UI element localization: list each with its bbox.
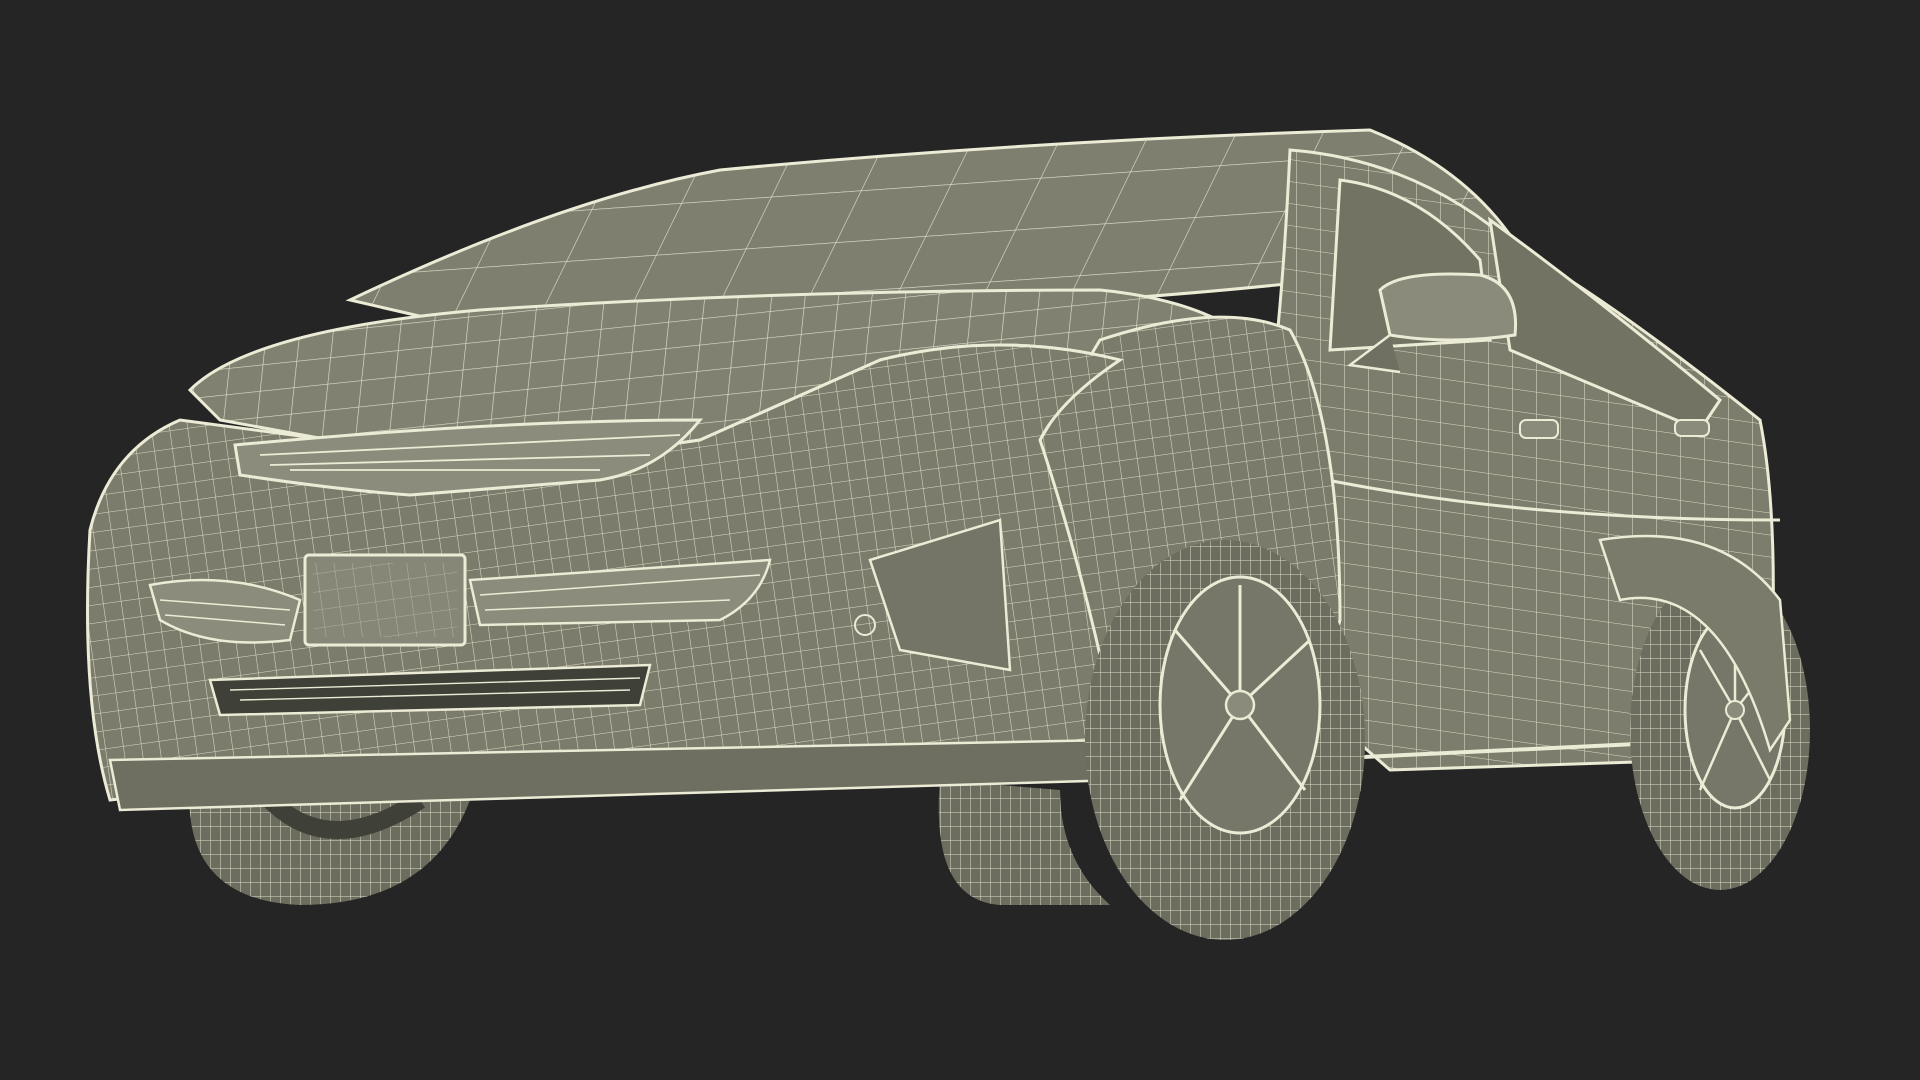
front-right-wheel xyxy=(1085,540,1365,940)
car-wireframe-svg xyxy=(86,128,1810,940)
front-door-handle xyxy=(1519,419,1559,439)
rear-left-tire xyxy=(938,780,1110,905)
rear-wheel-hub xyxy=(1725,700,1745,720)
rear-door-handle xyxy=(1674,419,1710,437)
wireframe-scene xyxy=(0,0,1920,1080)
front-wheel-hub xyxy=(1224,689,1256,721)
license-plate xyxy=(303,553,467,647)
